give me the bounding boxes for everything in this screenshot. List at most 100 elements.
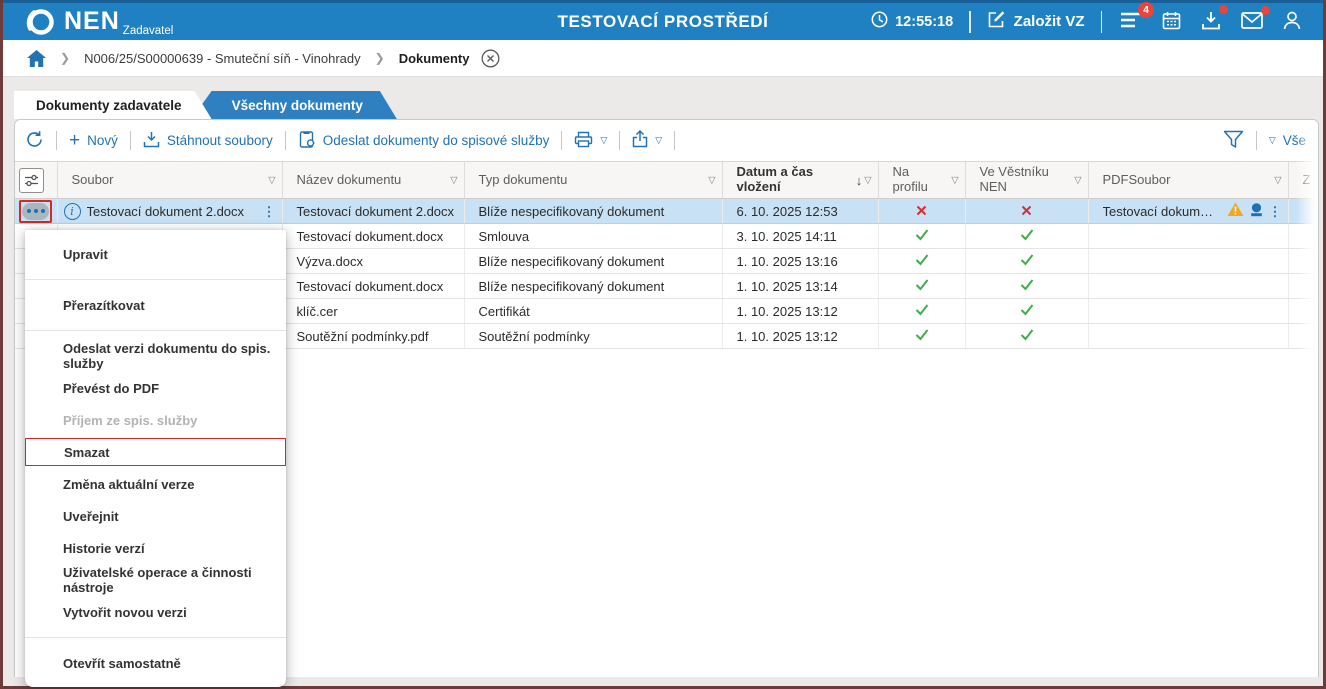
menu-item-upravit[interactable]: Upravit [25, 238, 286, 270]
filing-service-icon [298, 130, 316, 151]
breadcrumb: ❯ N006/25/S00000639 - Smuteční síň - Vin… [3, 40, 1323, 77]
menu-item-zmena-aktualni-verze[interactable]: Změna aktuální verze [25, 468, 286, 500]
cross-icon [916, 204, 927, 219]
check-icon [1020, 254, 1034, 269]
cell-typ: Blíže nespecifikovaný dokument [464, 249, 722, 274]
inbox-download-icon [1201, 11, 1221, 33]
printer-icon [574, 131, 593, 151]
column-filter-icon[interactable]: ▽ [450, 175, 457, 186]
plus-icon: + [69, 131, 80, 150]
export-button[interactable]: ▽ [632, 130, 662, 151]
column-chooser-icon[interactable] [19, 168, 44, 193]
brand-role-label: Zadavatel [123, 25, 174, 37]
column-header-vestnik[interactable]: Ve Věstníku NEN▽ [965, 162, 1088, 199]
menu-item-historie-verzi[interactable]: Historie verzí [25, 532, 286, 564]
notifications-badge: 4 [1138, 2, 1154, 18]
cell-datum: 1. 10. 2025 13:16 [722, 249, 878, 274]
cell-nazev: Testovací dokument.docx [282, 224, 464, 249]
user-profile-button[interactable] [1281, 9, 1303, 35]
inbox-download-button[interactable] [1199, 9, 1223, 35]
row-menu-button[interactable] [19, 200, 52, 223]
menu-item-vytvorit-novou-verzi[interactable]: Vytvořit novou verzi [25, 596, 286, 628]
calendar-button[interactable] [1160, 9, 1183, 35]
check-icon [915, 229, 929, 244]
download-files-button[interactable]: Stáhnout soubory [143, 131, 273, 151]
row-context-menu: Upravit Přerazítkovat Odeslat verzi doku… [25, 230, 286, 687]
column-filter-icon[interactable]: ▽ [951, 175, 958, 186]
cell-nazev: Testovací dokument.docx [282, 274, 464, 299]
more-dots-icon[interactable]: ⋮ [1269, 205, 1282, 218]
download-icon [143, 131, 160, 151]
cell-datum: 1. 10. 2025 13:12 [722, 324, 878, 349]
toolbar-divider [619, 131, 620, 150]
cell-typ: Certifikát [464, 299, 722, 324]
new-document-button[interactable]: + Nový [69, 131, 118, 150]
stamp-icon [1250, 203, 1263, 220]
calendar-icon [1162, 11, 1181, 33]
column-filter-icon[interactable]: ▽ [1074, 175, 1081, 186]
column-header-typ[interactable]: Typ dokumentu▽ [464, 162, 722, 199]
check-icon [1020, 304, 1034, 319]
menu-item-odeslat-verzi[interactable]: Odeslat verzi dokumentu do spis. služby [25, 340, 286, 372]
messages-button[interactable] [1239, 10, 1265, 34]
sort-desc-icon[interactable]: ↓ [856, 173, 863, 188]
send-to-filing-service-button[interactable]: Odeslat dokumenty do spisové služby [298, 130, 550, 151]
mail-icon [1241, 12, 1263, 32]
filter-preset-dropdown[interactable]: ▽ Vše [1269, 133, 1306, 148]
document-tabs: Dokumenty zadavatele Všechny dokumenty [3, 77, 1323, 119]
notifications-menu-button[interactable]: 4 [1118, 9, 1144, 34]
column-header-datum[interactable]: Datum a čas vložení↓▽ [722, 162, 878, 199]
check-icon [915, 304, 929, 319]
more-dots-icon[interactable]: ⋮ [263, 205, 276, 218]
toolbar-divider [56, 131, 57, 150]
cell-datum: 3. 10. 2025 14:11 [722, 224, 878, 249]
cell-nazev: klíč.cer [282, 299, 464, 324]
filter-button[interactable] [1223, 130, 1244, 152]
menu-item-otevrit-samostatne[interactable]: Otevřít samostatně [25, 647, 286, 679]
share-icon [632, 130, 648, 151]
cell-typ: Smlouva [464, 224, 722, 249]
column-filter-icon[interactable]: ▽ [708, 175, 715, 186]
menu-item-prijem-ze-spis-sluzby: Příjem ze spis. služby [25, 404, 286, 436]
inbox-alert-dot [1219, 5, 1228, 14]
print-button[interactable]: ▽ [574, 131, 607, 151]
check-icon [915, 279, 929, 294]
nen-brand[interactable]: NEN Zadavatel [25, 6, 173, 38]
funnel-icon [1223, 130, 1244, 152]
create-vz-button[interactable]: Založit VZ [987, 10, 1085, 33]
header-divider [1101, 11, 1103, 33]
tab-dokumenty-zadavatele[interactable]: Dokumenty zadavatele [14, 91, 212, 119]
messages-alert-dot [1261, 6, 1270, 15]
table-row[interactable]: i Testovací dokument 2.docx ⋮ Testovací … [15, 199, 1319, 224]
toolbar-divider [130, 131, 131, 150]
table-header-row: Soubor▽ Název dokumentu▽ Typ dokumentu▽ … [15, 162, 1319, 199]
tab-vsechny-dokumenty[interactable]: Všechny dokumenty [192, 91, 397, 119]
menu-item-uverejnit[interactable]: Uveřejnit [25, 500, 286, 532]
row-menu-icon [22, 203, 49, 220]
check-icon [915, 254, 929, 269]
info-icon[interactable]: i [64, 203, 81, 220]
column-filter-icon[interactable]: ▽ [1274, 175, 1281, 186]
app-header: NEN Zadavatel TESTOVACÍ PROSTŘEDÍ 12:55:… [3, 0, 1323, 40]
menu-item-prerazitkovat[interactable]: Přerazítkovat [25, 289, 286, 321]
home-icon[interactable] [27, 50, 46, 67]
menu-item-smazat[interactable]: Smazat [25, 438, 286, 466]
breadcrumb-separator: ❯ [60, 51, 70, 65]
column-header-nazev[interactable]: Název dokumentu▽ [282, 162, 464, 199]
header-divider [969, 11, 971, 33]
column-filter-icon[interactable]: ▽ [268, 175, 275, 186]
menu-item-prevest-do-pdf[interactable]: Převést do PDF [25, 372, 286, 404]
column-header-zm[interactable]: Z M [1288, 162, 1319, 199]
breadcrumb-item-procurement[interactable]: N006/25/S00000639 - Smuteční síň - Vinoh… [84, 51, 361, 66]
column-header-pdf[interactable]: PDFSoubor▽ [1088, 162, 1288, 199]
menu-item-uzivatelske-operace[interactable]: Uživatelské operace a činnosti nástroje [25, 564, 286, 596]
cell-nazev: Soutěžní podmínky.pdf [282, 324, 464, 349]
column-header-profil[interactable]: Na profilu▽ [878, 162, 965, 199]
close-circle-icon[interactable] [481, 49, 500, 68]
refresh-button[interactable] [25, 130, 44, 152]
warning-icon [1227, 202, 1244, 220]
column-filter-icon[interactable]: ▽ [864, 175, 871, 186]
column-header-soubor[interactable]: Soubor▽ [57, 162, 282, 199]
clock-icon [871, 11, 888, 32]
toolbar-divider [1256, 131, 1257, 150]
